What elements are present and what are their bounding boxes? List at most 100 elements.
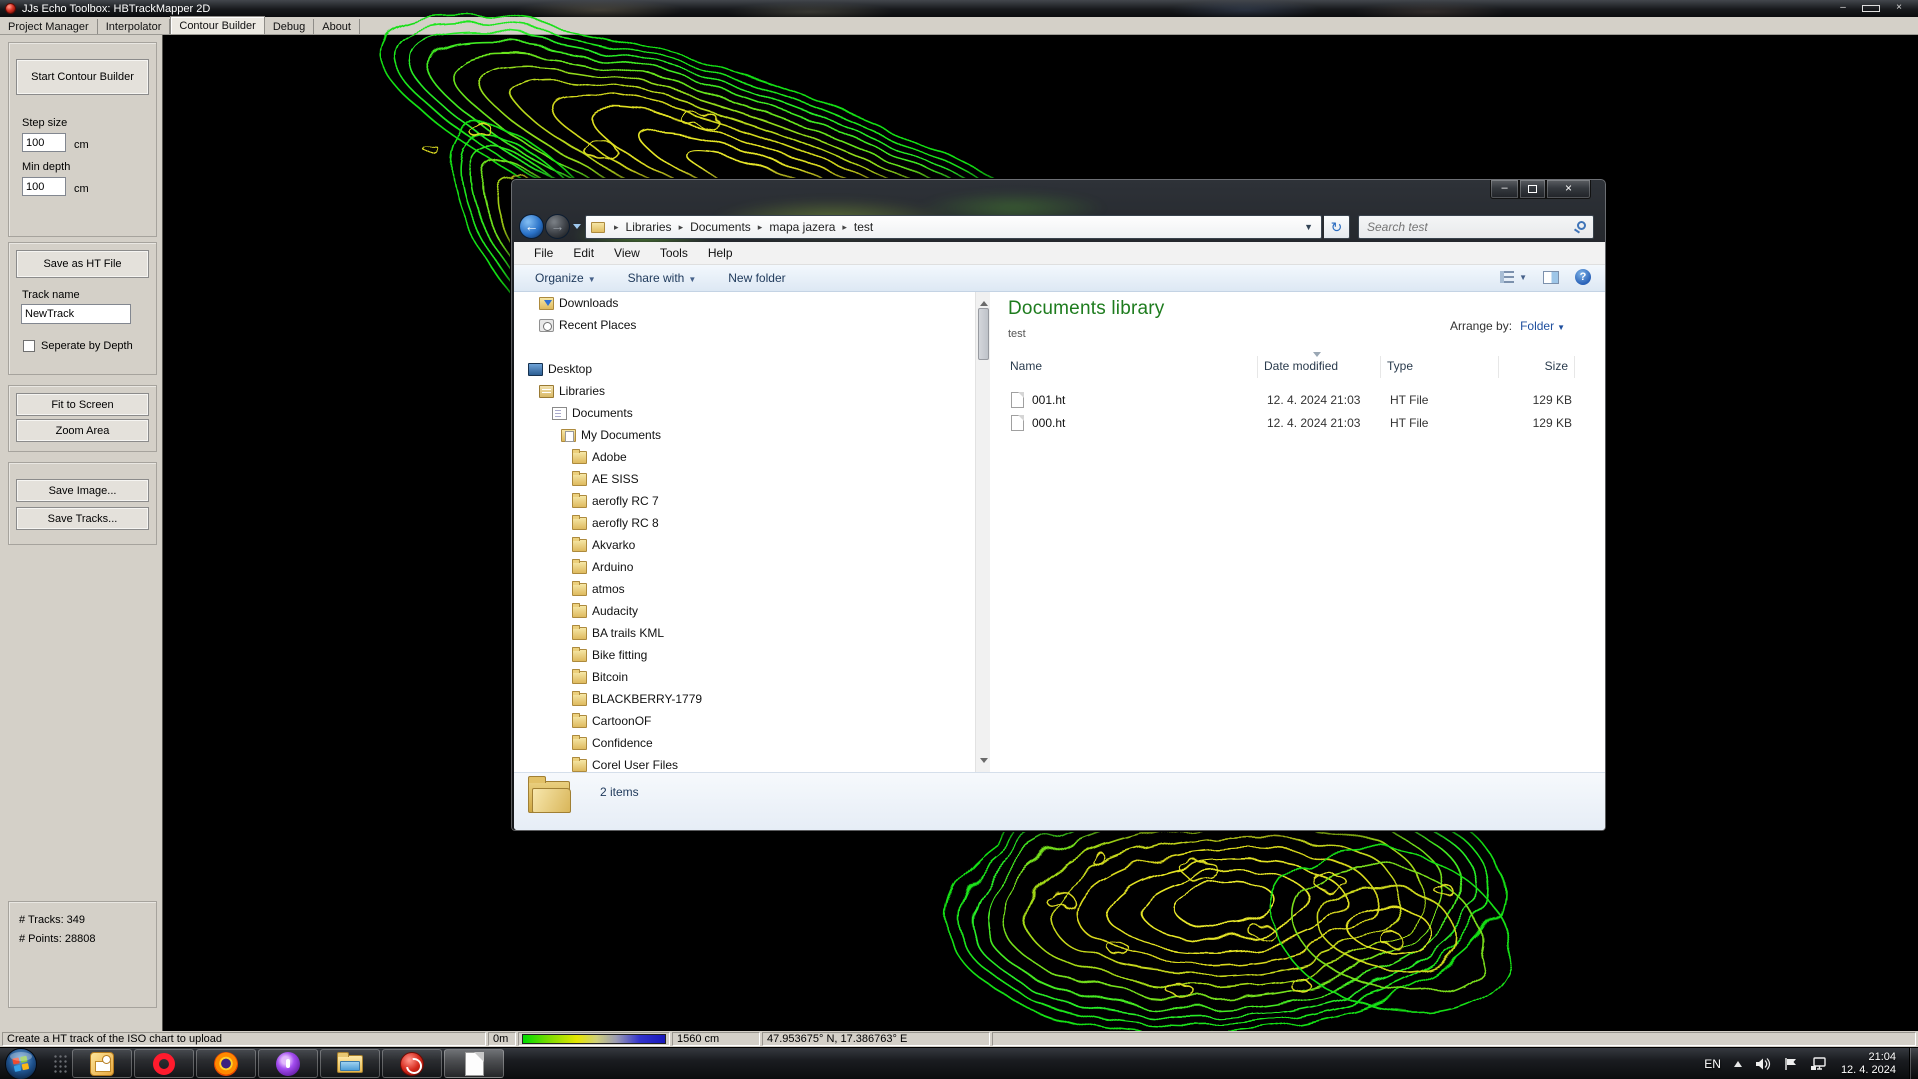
- explorer-close-button[interactable]: ×: [1546, 180, 1591, 199]
- show-hidden-icons-icon[interactable]: [1734, 1057, 1742, 1067]
- tree-item-icon: [572, 561, 587, 574]
- tree-item-label: My Documents: [581, 428, 661, 442]
- tree-item[interactable]: atmos: [514, 578, 975, 600]
- taskbar-app-button[interactable]: [444, 1049, 504, 1078]
- separate-by-depth-checkbox[interactable]: [23, 340, 35, 352]
- clock[interactable]: 21:04 12. 4. 2024: [1841, 1051, 1896, 1077]
- zoom-area-button[interactable]: Zoom Area: [16, 419, 149, 442]
- breadcrumb-item[interactable]: mapa jazera: [769, 220, 835, 234]
- tree-item[interactable]: Arduino: [514, 556, 975, 578]
- tree-scrollbar[interactable]: [975, 292, 990, 772]
- file-icon: [1011, 392, 1024, 408]
- tree-item[interactable]: My Documents: [514, 424, 975, 446]
- dropdown-arrow-icon: [786, 275, 790, 284]
- taskbar-app-button[interactable]: [382, 1049, 442, 1078]
- step-size-input[interactable]: [22, 133, 66, 152]
- menu-item[interactable]: Tools: [650, 244, 698, 262]
- taskbar-app-button[interactable]: [258, 1049, 318, 1078]
- start-button[interactable]: [4, 1047, 38, 1079]
- tree-item[interactable]: BA trails KML: [514, 622, 975, 644]
- tree-item[interactable]: Adobe: [514, 446, 975, 468]
- column-date-modified[interactable]: Date modified: [1258, 356, 1381, 378]
- clock-time: 21:04: [1841, 1051, 1896, 1064]
- taskbar-app-button[interactable]: [134, 1049, 194, 1078]
- toolbar-button[interactable]: Organize▼: [526, 268, 605, 288]
- arrange-by[interactable]: Arrange by:Folder▼: [1450, 319, 1565, 333]
- tree-item[interactable]: Bike fitting: [514, 644, 975, 666]
- taskbar-tiles: [72, 1049, 504, 1078]
- taskbar-app-button[interactable]: [196, 1049, 256, 1078]
- file-row[interactable]: 001.ht 12. 4. 2024 21:03 HT File 129 KB: [1008, 388, 1591, 411]
- breadcrumb-item[interactable]: test: [854, 220, 873, 234]
- search-input[interactable]: [1365, 218, 1560, 236]
- breadcrumb-item[interactable]: Documents: [690, 220, 751, 234]
- tree-item[interactable]: Downloads: [514, 292, 975, 314]
- toolbar-button[interactable]: Share with▼: [619, 268, 706, 288]
- scroll-down-icon[interactable]: [980, 758, 988, 767]
- tree-item[interactable]: Libraries: [514, 380, 975, 402]
- tree-item[interactable]: Documents: [514, 402, 975, 424]
- toolbar-button[interactable]: New folder: [719, 268, 798, 288]
- back-button[interactable]: ←: [519, 214, 544, 239]
- history-dropdown-icon[interactable]: [573, 224, 581, 233]
- tree-item[interactable]: Desktop: [514, 358, 975, 380]
- taskbar-app-button[interactable]: [72, 1049, 132, 1078]
- tree-item-label: Bike fitting: [592, 648, 647, 662]
- tree-item[interactable]: CartoonOF: [514, 710, 975, 732]
- tree-item-label: Documents: [572, 406, 633, 420]
- explorer-maximize-button[interactable]: [1519, 180, 1546, 199]
- save-image-button[interactable]: Save Image...: [16, 479, 149, 502]
- language-indicator[interactable]: EN: [1704, 1057, 1721, 1071]
- action-center-flag-icon[interactable]: [1784, 1057, 1798, 1071]
- tree-item[interactable]: Bitcoin: [514, 666, 975, 688]
- tree-item[interactable]: BLACKBERRY-1779: [514, 688, 975, 710]
- tree-item[interactable]: Corel User Files: [514, 754, 975, 772]
- save-tracks-button[interactable]: Save Tracks...: [16, 507, 149, 530]
- tree-item[interactable]: AE SISS: [514, 468, 975, 490]
- save-as-ht-file-button[interactable]: Save as HT File: [16, 250, 149, 278]
- refresh-button[interactable]: ↻: [1324, 215, 1350, 239]
- network-icon[interactable]: [1811, 1057, 1828, 1071]
- start-contour-builder-button[interactable]: Start Contour Builder: [16, 59, 149, 95]
- file-date: 12. 4. 2024 21:03: [1261, 416, 1384, 430]
- menu-item[interactable]: Edit: [563, 244, 604, 262]
- menu-item[interactable]: Help: [698, 244, 743, 262]
- min-depth-input[interactable]: [22, 177, 66, 196]
- tree-item[interactable]: Audacity: [514, 600, 975, 622]
- breadcrumb[interactable]: ▸ Libraries ▸ Documents ▸ mapa jazera: [585, 215, 1322, 239]
- change-view-button[interactable]: ▼: [1500, 271, 1527, 283]
- track-name-label: Track name: [22, 289, 80, 301]
- explorer-minimize-button[interactable]: –: [1490, 180, 1519, 199]
- search-box[interactable]: [1358, 215, 1594, 239]
- tree-item[interactable]: Akvarko: [514, 534, 975, 556]
- breadcrumb-separator-icon: ▸: [607, 222, 626, 233]
- help-button[interactable]: ?: [1575, 269, 1591, 285]
- breadcrumb-item[interactable]: Libraries: [626, 220, 672, 234]
- arrange-by-value[interactable]: Folder: [1512, 319, 1554, 333]
- tree-item-label: aerofly RC 7: [592, 494, 659, 508]
- preview-pane-button[interactable]: [1543, 271, 1559, 284]
- column-size[interactable]: Size: [1499, 356, 1575, 378]
- track-name-input[interactable]: [21, 304, 131, 324]
- tree-item[interactable]: Recent Places: [514, 314, 975, 336]
- scroll-up-icon[interactable]: [980, 297, 988, 306]
- status-filler: [992, 1032, 1916, 1046]
- file-row[interactable]: 000.ht 12. 4. 2024 21:03 HT File 129 KB: [1008, 411, 1591, 434]
- menu-item[interactable]: View: [604, 244, 650, 262]
- taskbar-app-button[interactable]: [320, 1049, 380, 1078]
- tree-item[interactable]: Confidence: [514, 732, 975, 754]
- scrollbar-thumb[interactable]: [978, 308, 989, 360]
- show-desktop-button[interactable]: [1909, 1048, 1918, 1079]
- column-type[interactable]: Type: [1381, 356, 1499, 378]
- volume-icon[interactable]: [1755, 1057, 1771, 1071]
- column-name[interactable]: Name: [1008, 356, 1258, 378]
- forward-button[interactable]: →: [545, 214, 570, 239]
- file-name: 000.ht: [1032, 416, 1261, 430]
- tree-item[interactable]: aerofly RC 8: [514, 512, 975, 534]
- menu-item[interactable]: File: [524, 244, 563, 262]
- tree-item[interactable]: [514, 336, 975, 358]
- fit-to-screen-button[interactable]: Fit to Screen: [16, 393, 149, 416]
- folder-icon: [591, 222, 605, 233]
- address-dropdown-icon[interactable]: ▼: [1304, 222, 1313, 232]
- tree-item[interactable]: aerofly RC 7: [514, 490, 975, 512]
